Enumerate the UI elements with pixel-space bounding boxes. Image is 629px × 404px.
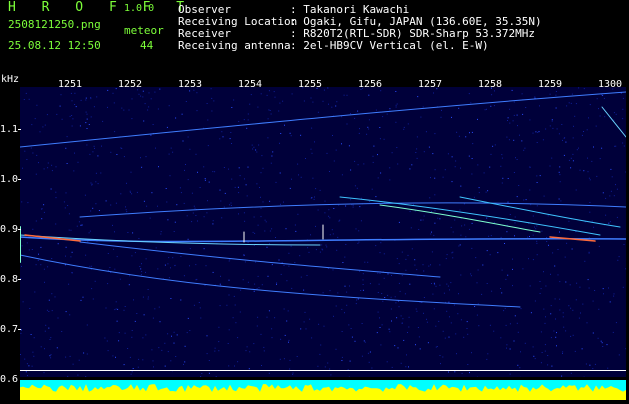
counter-value: 44	[140, 40, 153, 52]
plot-separator	[20, 370, 626, 371]
spectrogram	[20, 87, 626, 377]
signal-trace	[80, 242, 440, 277]
y-tick-label: 1.0	[0, 174, 18, 185]
y-tick-mark	[18, 179, 21, 180]
y-tick-label: 0.6	[0, 374, 18, 385]
y-tick-label: 1.1	[0, 124, 18, 135]
signal-trace	[602, 107, 626, 137]
info-key-antenna: Receiving antenna	[178, 40, 291, 52]
y-tick-mark	[18, 279, 21, 280]
y-axis-unit: kHz	[1, 74, 19, 86]
spectrum-fill	[20, 384, 626, 400]
app-title: H R O F F T	[8, 2, 193, 14]
file-name: 2508121250.png	[8, 19, 101, 31]
signal-trace	[460, 197, 620, 227]
y-tick-mark	[18, 129, 21, 130]
info-value-antenna: : 2el-HB9CV Vertical (el. E-W)	[290, 40, 489, 52]
signal-trace	[380, 205, 540, 232]
signal-trace	[20, 92, 626, 147]
spectrogram-traces	[20, 87, 626, 377]
app-version: 1.0.0	[124, 3, 154, 15]
y-tick-label: 0.7	[0, 324, 18, 335]
counter-label: meteor	[124, 25, 164, 37]
y-tick-mark	[18, 229, 21, 230]
spectrum-bar-base	[20, 380, 626, 400]
y-tick-mark	[18, 329, 21, 330]
y-tick-label: 0.8	[0, 274, 18, 285]
file-datetime: 25.08.12 12:50	[8, 40, 101, 52]
y-tick-label: 0.9	[0, 224, 18, 235]
spectrum-bar	[20, 380, 626, 400]
